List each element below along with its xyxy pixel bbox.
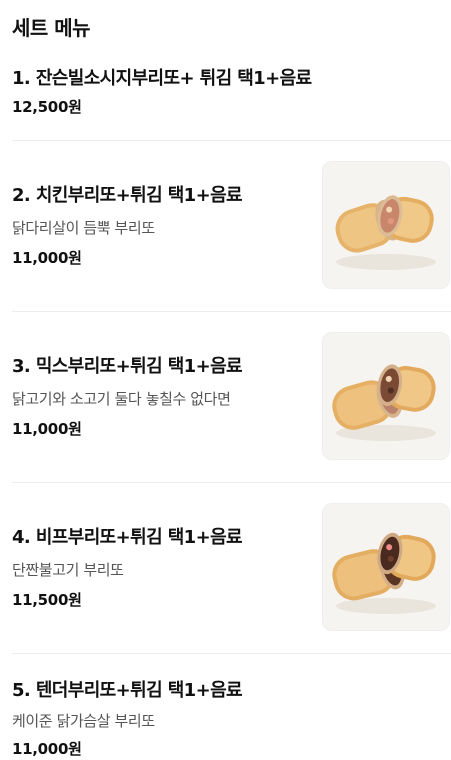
menu-item-5[interactable]: 5. 텐더부리또+튀김 택1+음료 케이준 닭가슴살 부리또 11,000원 (12, 654, 451, 760)
menu-item-price: 12,500원 (12, 98, 82, 116)
menu-item-name: 3. 믹스부리또+튀김 택1+음료 (12, 356, 243, 377)
burrito-illustration (323, 333, 449, 459)
menu-item-1[interactable]: 1. 잔슨빌소시지부리또+ 튀김 택1+음료 12,500원 (12, 0, 451, 140)
menu-page: 세트 메뉴 1. 잔슨빌소시지부리또+ 튀김 택1+음료 12,500원 2. … (0, 0, 451, 760)
menu-item-name: 4. 비프부리또+튀김 택1+음료 (12, 527, 243, 548)
menu-item-name: 1. 잔슨빌소시지부리또+ 튀김 택1+음료 (12, 68, 312, 89)
menu-item-4[interactable]: 4. 비프부리또+튀김 택1+음료 단짠불고기 부리또 11,500원 (12, 483, 451, 653)
menu-item-description: 케이준 닭가슴살 부리또 (12, 712, 155, 730)
menu-item-name: 5. 텐더부리또+튀김 택1+음료 (12, 680, 243, 701)
burrito-illustration (323, 504, 449, 630)
menu-item-price: 11,500원 (12, 591, 82, 609)
beef-burrito-image (322, 503, 450, 631)
menu-item-description: 단짠불고기 부리또 (12, 561, 124, 579)
burrito-illustration (323, 162, 449, 288)
menu-item-price: 11,000원 (12, 420, 82, 438)
mix-burrito-image (322, 332, 450, 460)
chicken-burrito-image (322, 161, 450, 289)
menu-item-name: 2. 치킨부리또+튀김 택1+음료 (12, 185, 243, 206)
menu-item-price: 11,000원 (12, 740, 82, 758)
menu-item-3[interactable]: 3. 믹스부리또+튀김 택1+음료 닭고기와 소고기 둘다 놓칠수 없다면 11… (12, 312, 451, 482)
menu-item-price: 11,000원 (12, 249, 82, 267)
menu-item-2[interactable]: 2. 치킨부리또+튀김 택1+음료 닭다리살이 듬뿍 부리또 11,000원 (12, 141, 451, 311)
menu-item-description: 닭다리살이 듬뿍 부리또 (12, 219, 155, 237)
menu-item-description: 닭고기와 소고기 둘다 놓칠수 없다면 (12, 390, 231, 408)
